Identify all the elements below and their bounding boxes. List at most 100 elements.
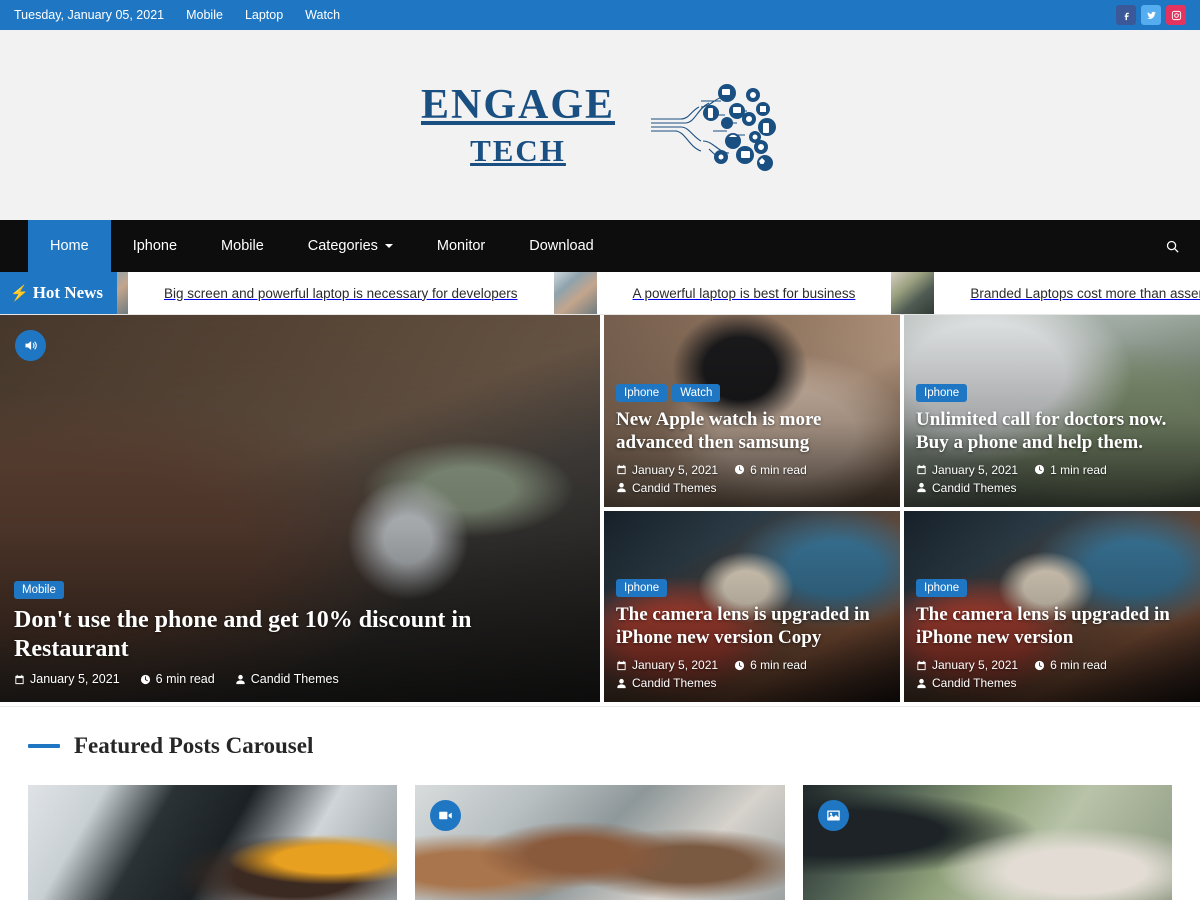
nav-label: Home [50,238,89,254]
hero-badges: Mobile [14,581,586,600]
post-date-text: January 5, 2021 [632,462,719,477]
nav-item-home[interactable]: Home [28,220,111,272]
nav-item-monitor[interactable]: Monitor [415,220,507,272]
read-time-text: 6 min read [1050,658,1107,672]
section-header: Featured Posts Carousel [28,733,1172,759]
post-title: The camera lens is upgraded in iPhone ne… [616,604,870,649]
post-date-text: January 5, 2021 [632,658,719,672]
facebook-icon[interactable] [1116,5,1136,25]
post-author-text: Candid Themes [932,676,1017,690]
featured-posts-grid: Mobile Don't use the phone and get 10% d… [0,315,1200,706]
circuit-tech-icon [651,84,777,171]
user-icon [617,678,626,688]
ticker-thumbnail [553,272,597,314]
topbar-links: Mobile Laptop Watch [186,8,340,22]
carousel-track [28,785,1172,900]
category-badge[interactable]: Iphone [616,579,668,598]
calendar-icon [15,674,24,684]
section-dash-icon [28,744,60,748]
post-author: Candid Themes [916,481,1017,495]
post-badges: Iphone [916,579,1188,598]
carousel-card[interactable] [415,785,785,900]
carousel-card[interactable] [28,785,398,900]
category-badge[interactable]: Iphone [616,383,668,402]
carousel-image [802,785,1172,900]
post-card[interactable]: Iphone The camera lens is upgraded in iP… [904,510,1200,702]
post-author-text: Candid Themes [632,676,717,690]
nav-item-categories[interactable]: Categories [286,220,415,272]
post-content: Iphone Unlimited call for doctors now. B… [904,374,1200,507]
clock-icon [734,464,745,475]
hot-news-ticker: ⚡ Hot News Big screen and powerful lapto… [0,272,1200,315]
category-badge[interactable]: Iphone [916,579,968,598]
read-time: 6 min read [734,658,807,672]
post-date: January 5, 2021 [616,658,718,672]
post-title: Unlimited call for doctors now. Buy a ph… [916,408,1167,453]
read-time: 6 min read [140,672,215,686]
hero-content: Mobile Don't use the phone and get 10% d… [0,569,600,702]
clock-icon [734,660,745,670]
nav-label: Download [529,238,594,254]
ticker-item[interactable]: Branded Laptops cost more than assembled… [891,272,1200,314]
top-bar: Tuesday, January 05, 2021 Mobile Laptop … [0,0,1200,30]
gallery-icon[interactable] [817,800,849,831]
secondary-posts: Iphone Watch New Apple watch is more adv… [604,315,1200,702]
post-content: Iphone The camera lens is upgraded in iP… [604,569,900,702]
ticker-headline: A powerful laptop is best for business [632,285,856,301]
post-badges: Iphone [916,383,1188,402]
site-logo[interactable]: ENGAGE TECH [421,84,615,166]
nav-label: Mobile [221,238,264,254]
topbar-link-laptop[interactable]: Laptop [245,8,283,22]
current-date: Tuesday, January 05, 2021 [14,8,165,22]
calendar-icon [917,464,926,475]
post-date-text: January 5, 2021 [932,658,1019,672]
hero-title: Don't use the phone and get 10% discount… [14,607,472,663]
post-date-text: January 5, 2021 [932,462,1019,477]
nav-label: Iphone [132,238,178,254]
site-header: ENGAGE TECH [0,30,1200,220]
post-card[interactable]: Iphone Watch New Apple watch is more adv… [604,315,900,507]
post-author: Candid Themes [616,676,717,690]
section-title: Featured Posts Carousel [74,733,314,758]
user-icon [917,482,926,493]
nav-item-iphone[interactable]: Iphone [111,220,199,272]
category-badge[interactable]: Iphone [916,383,968,402]
post-card[interactable]: Iphone Unlimited call for doctors now. B… [904,315,1200,507]
post-date: January 5, 2021 [14,672,120,686]
post-author-text: Candid Themes [932,480,1017,495]
post-meta: January 5, 2021 6 min read Candid Themes [616,463,888,495]
secondary-row-bottom: Iphone The camera lens is upgraded in iP… [604,510,1200,702]
read-time-text: 6 min read [750,462,807,477]
twitter-icon[interactable] [1141,5,1161,25]
post-date: January 5, 2021 [916,463,1018,477]
post-card[interactable]: Iphone The camera lens is upgraded in iP… [604,510,900,702]
ticker-item[interactable]: Big screen and powerful laptop is necess… [85,272,553,314]
category-badge[interactable]: Watch [672,383,721,402]
ticker-item[interactable]: A powerful laptop is best for business [553,272,892,314]
audio-icon[interactable] [15,330,46,361]
main-navigation: Home Iphone Mobile Categories Monitor Do… [0,220,1200,272]
nav-label: Monitor [436,238,486,254]
clock-icon [1034,660,1045,670]
hero-meta: January 5, 2021 6 min read Candid Themes [14,672,586,686]
user-icon [917,678,926,688]
topbar-link-watch[interactable]: Watch [305,8,340,22]
post-meta: January 5, 2021 1 min read Candid Themes [916,463,1188,495]
nav-item-download[interactable]: Download [507,220,616,272]
featured-carousel-section: Featured Posts Carousel [0,706,1200,900]
user-icon [617,482,626,493]
carousel-card[interactable] [802,785,1172,900]
ticker-headline: Branded Laptops cost more than assembled… [970,285,1200,301]
hero-post[interactable]: Mobile Don't use the phone and get 10% d… [0,315,600,702]
topbar-link-mobile[interactable]: Mobile [186,8,223,22]
category-badge[interactable]: Mobile [14,581,64,600]
instagram-icon[interactable] [1166,5,1186,25]
nav-item-mobile[interactable]: Mobile [199,220,286,272]
user-icon [236,674,245,684]
clock-icon [1034,464,1045,475]
search-icon[interactable] [1145,220,1200,272]
post-title: The camera lens is upgraded in iPhone ne… [916,604,1170,649]
calendar-icon [617,464,626,475]
post-content: Iphone The camera lens is upgraded in iP… [904,569,1200,702]
